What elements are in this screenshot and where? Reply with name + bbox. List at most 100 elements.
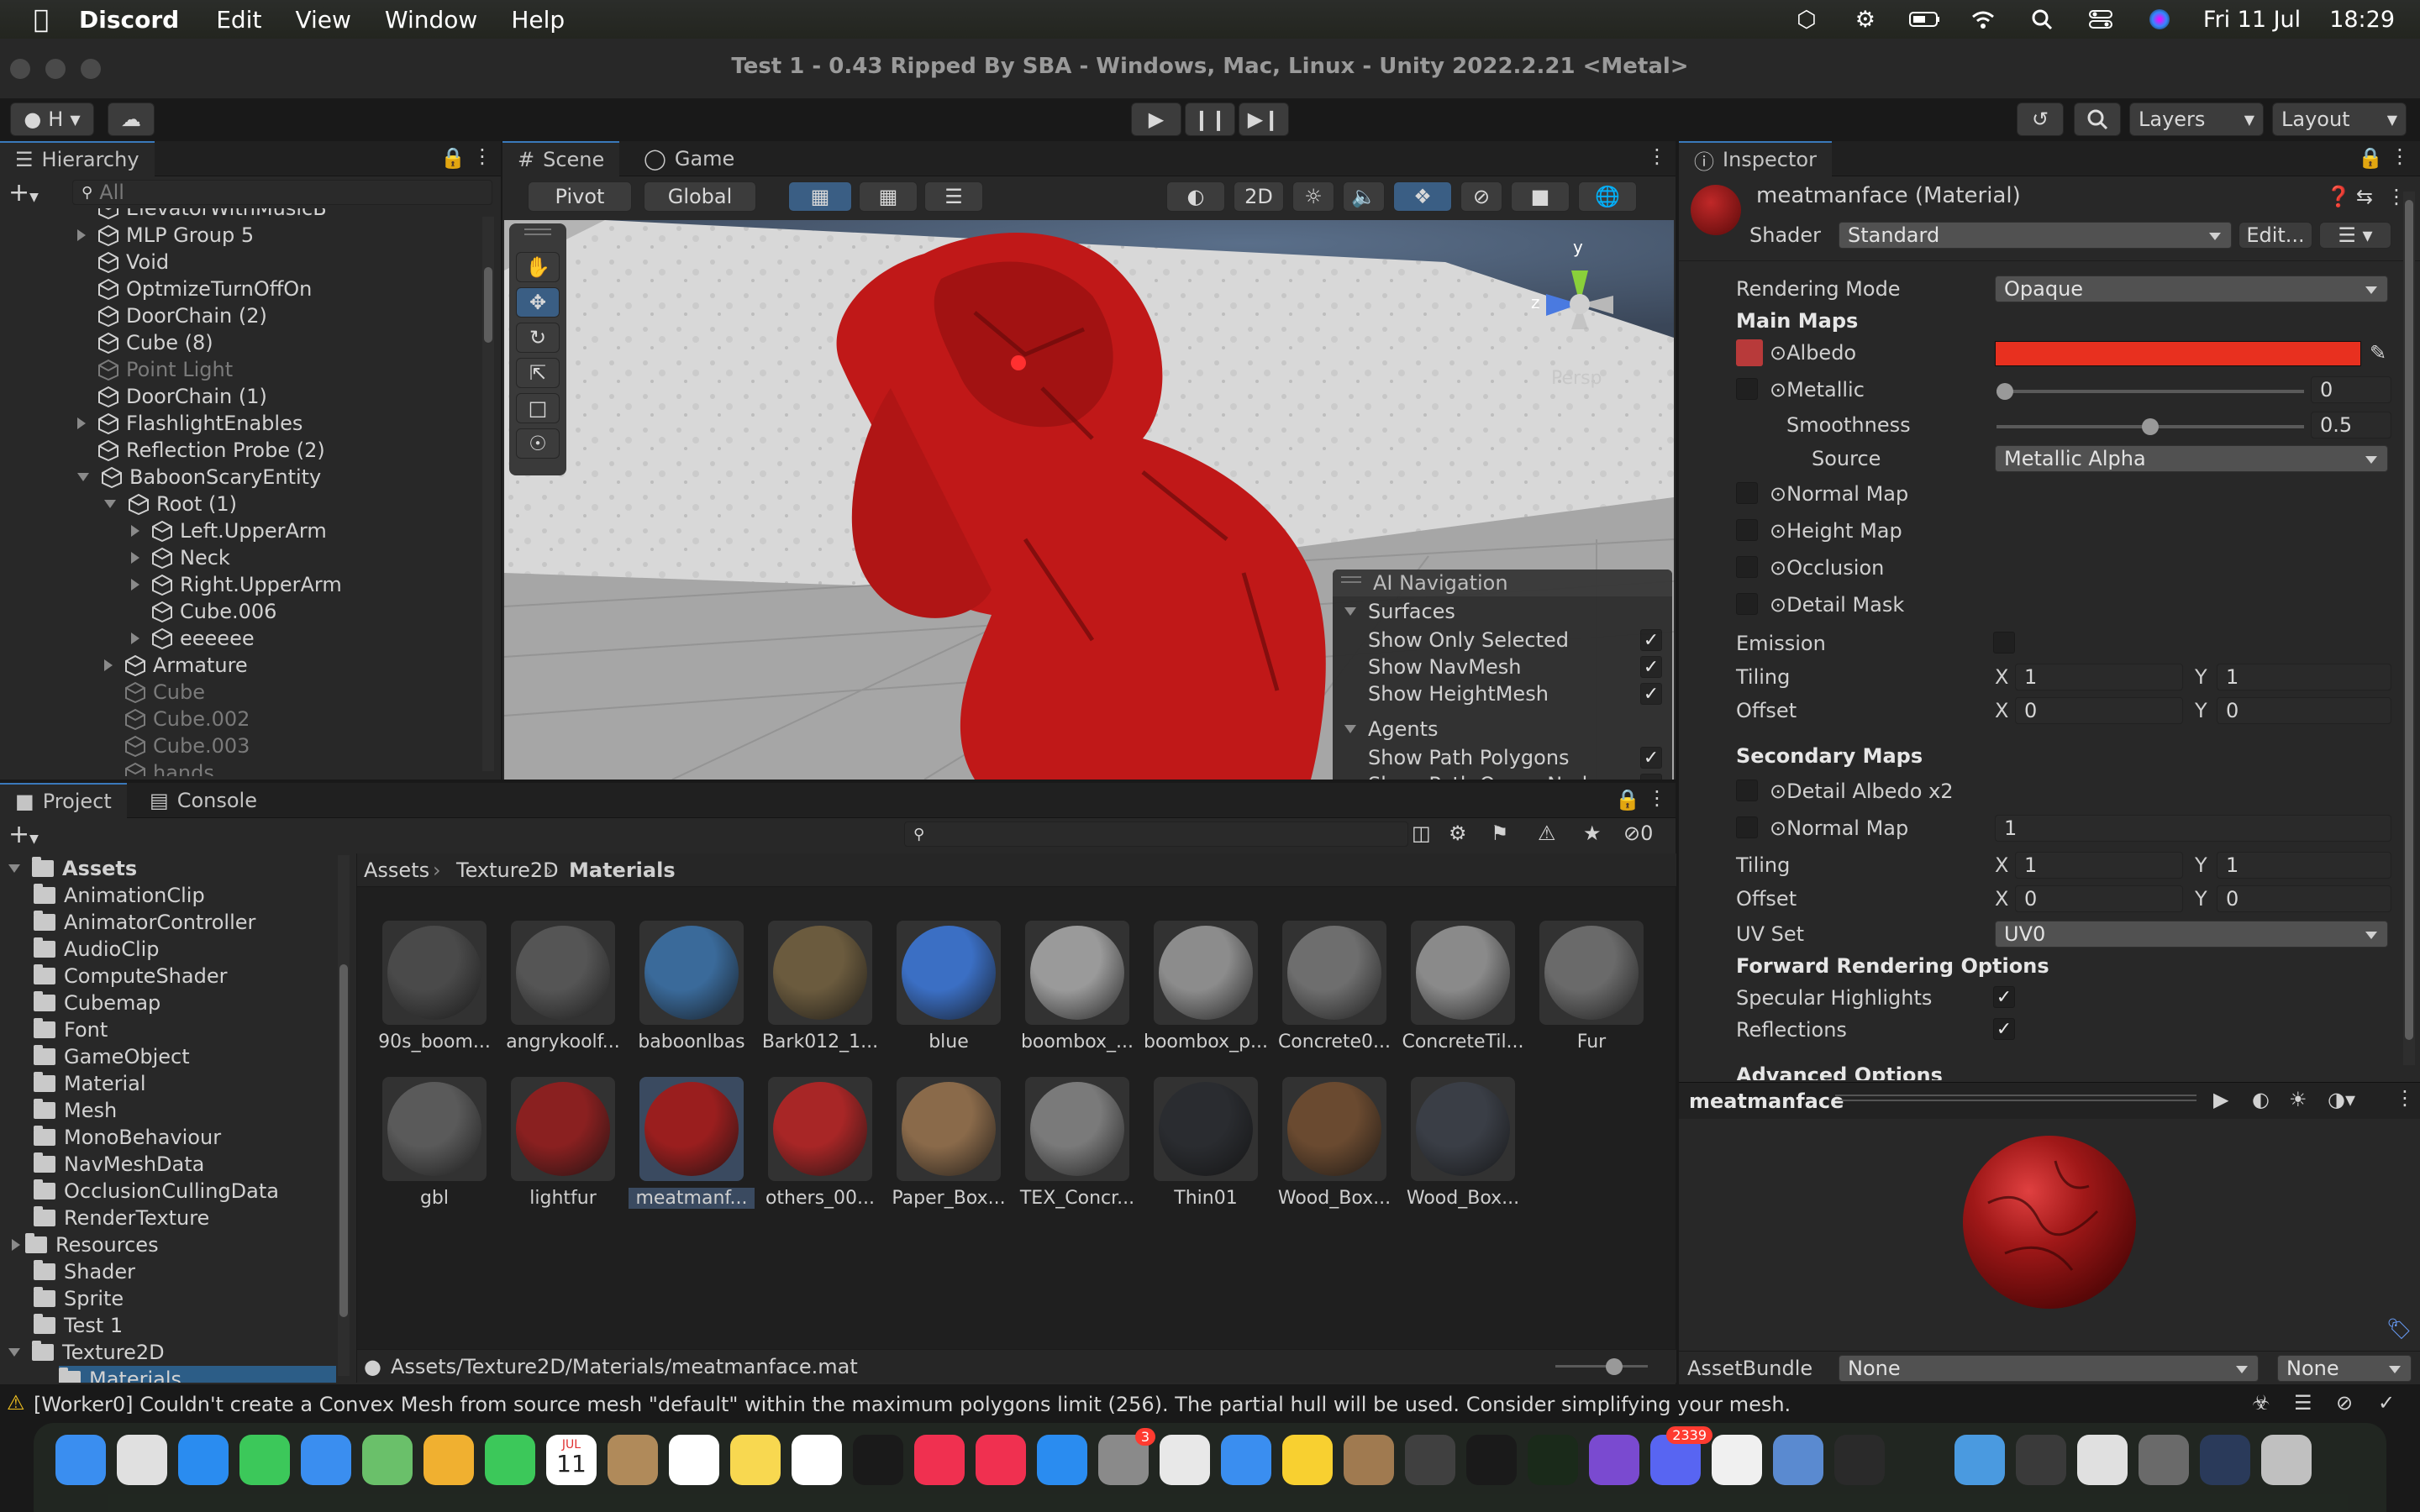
unity-hub-icon[interactable]	[1405, 1435, 1455, 1485]
hierarchy-row[interactable]: ElevatorWithMusicB	[77, 208, 327, 222]
hierarchy-row[interactable]: Cube.003	[104, 732, 250, 759]
hierarchy-row[interactable]: Point Light	[77, 356, 233, 383]
gizmos-dropdown[interactable]: 🌐	[1578, 181, 1637, 212]
expand-arrow-icon[interactable]	[12, 1239, 20, 1251]
eyedropper-icon[interactable]: ✎	[2370, 341, 2386, 365]
more-options-icon[interactable]: ⋮	[472, 144, 492, 168]
offset2-y-field[interactable]: 0	[2217, 885, 2391, 912]
occlusion-slot[interactable]	[1736, 556, 1758, 578]
collapse-arrow-icon[interactable]	[77, 473, 89, 481]
material-asset[interactable]	[639, 921, 744, 1025]
tag-icon[interactable]: 🏷	[2386, 1317, 2412, 1341]
reminders-icon[interactable]	[669, 1435, 719, 1485]
create-asset-button[interactable]: +▼	[8, 820, 39, 849]
control-center-icon[interactable]	[2086, 8, 2116, 31]
folder-item[interactable]: Test 1	[34, 1312, 123, 1339]
metallic-texture-slot[interactable]	[1736, 378, 1758, 400]
hierarchy-row[interactable]: DoorChain (2)	[77, 302, 267, 329]
wifi-icon[interactable]	[1968, 8, 1998, 31]
hierarchy-row[interactable]: Cube.002	[104, 706, 250, 732]
menu-app-name[interactable]: Discord	[79, 6, 179, 34]
ai-nav-option[interactable]: Show Path Query Nodes	[1368, 771, 1662, 780]
material-asset[interactable]	[1025, 921, 1129, 1025]
more-options-icon[interactable]: ⋮	[2390, 144, 2410, 168]
material-label[interactable]: meatmanf...	[629, 1188, 755, 1209]
layers-dropdown[interactable]: Layers ▼	[2129, 102, 2264, 136]
reflections-checkbox[interactable]: ✓	[1993, 1018, 2015, 1040]
grid-visibility-toggle[interactable]: ▦	[859, 181, 918, 212]
lighting-toggle[interactable]: ☼	[1292, 181, 1334, 212]
add-object-button[interactable]: +▼	[8, 178, 39, 207]
metallic-slider[interactable]	[1996, 383, 2304, 400]
ai-nav-header[interactable]: AI Navigation	[1333, 570, 1672, 596]
material-label[interactable]: blue	[886, 1032, 1012, 1053]
ai-nav-checkbox[interactable]: ✓	[1640, 683, 1662, 705]
shader-dropdown[interactable]: Standard	[1839, 222, 2232, 249]
maps-icon[interactable]	[362, 1435, 413, 1485]
hierarchy-row[interactable]: Cube (8)	[77, 329, 213, 356]
favorite-icon[interactable]: ★	[1583, 822, 1602, 845]
window-thumb-icon[interactable]	[2200, 1435, 2250, 1485]
material-label[interactable]: Thin01	[1143, 1188, 1269, 1209]
folder-item[interactable]: ComputeShader	[34, 963, 227, 990]
lock-icon[interactable]: 🔒	[440, 146, 466, 170]
pause-button[interactable]: ❙❙	[1185, 102, 1235, 136]
hierarchy-row[interactable]: Reflection Probe (2)	[77, 437, 325, 464]
shader-options-dropdown[interactable]: ☰ ▾	[2319, 222, 2391, 249]
material-label[interactable]: lightfur	[500, 1188, 626, 1209]
ai-nav-checkbox[interactable]: ✓	[1640, 656, 1662, 678]
archive-icon[interactable]	[1344, 1435, 1394, 1485]
edit-shader-button[interactable]: Edit...	[2238, 222, 2312, 249]
pivot-dropdown[interactable]: Pivot	[528, 181, 632, 212]
audio-toggle[interactable]: 🔈	[1343, 181, 1385, 212]
material-asset[interactable]	[639, 1077, 744, 1181]
expand-arrow-icon[interactable]	[131, 552, 139, 564]
freeform-icon[interactable]	[792, 1435, 842, 1485]
persp-label[interactable]: Persp	[1551, 368, 1602, 389]
albedo-label[interactable]: ⊙Albedo	[1770, 341, 1856, 365]
grid-snap-toggle[interactable]: ▦	[788, 181, 852, 212]
launchpad-icon[interactable]	[117, 1435, 167, 1485]
tab-game[interactable]: ◯ Game	[629, 141, 750, 176]
mesh-preview-icon[interactable]: ◑▾	[2328, 1088, 2355, 1111]
expand-arrow-icon[interactable]	[131, 633, 139, 644]
appletv-icon[interactable]	[853, 1435, 903, 1485]
hierarchy-row[interactable]: Neck	[131, 544, 230, 571]
debug-icon[interactable]: ☣	[2252, 1391, 2270, 1415]
safari-icon[interactable]	[178, 1435, 229, 1485]
spotlight-search-icon[interactable]	[2027, 8, 2057, 31]
material-preview-area[interactable]: 🏷	[1679, 1119, 2420, 1351]
tab-project[interactable]: ■ Project	[0, 783, 127, 818]
menubar-date[interactable]: Fri 11 Jul	[2203, 7, 2301, 33]
account-dropdown[interactable]: ● H ▼	[10, 102, 94, 136]
hidden-objects-toggle[interactable]: ⊘	[1460, 181, 1502, 212]
material-label[interactable]: angrykoolf...	[500, 1032, 626, 1053]
window-thumb-icon[interactable]	[2139, 1435, 2189, 1485]
folder-item[interactable]: Shader	[34, 1258, 135, 1285]
history-icon[interactable]: ↺	[2017, 102, 2064, 136]
preview-icon[interactable]	[1773, 1435, 1823, 1485]
roblox-icon[interactable]	[1221, 1435, 1271, 1485]
play-preview-icon[interactable]: ▶	[2213, 1088, 2228, 1111]
material-asset[interactable]	[1411, 921, 1515, 1025]
material-asset[interactable]	[511, 921, 615, 1025]
folder-item[interactable]: AnimatorController	[34, 909, 255, 936]
trash-icon[interactable]	[2261, 1435, 2312, 1485]
tiling2-x-field[interactable]: 1	[2015, 852, 2183, 879]
normal-map2-slot[interactable]	[1736, 816, 1758, 838]
hierarchy-row[interactable]: Right.UpperArm	[131, 571, 342, 598]
downloads-folder-icon[interactable]	[1954, 1435, 2005, 1485]
filter-type-icon[interactable]: ⚙	[1449, 822, 1467, 845]
terminal-icon[interactable]	[1466, 1435, 1517, 1485]
material-label[interactable]: others_00...	[757, 1188, 883, 1209]
mail-icon[interactable]	[301, 1435, 351, 1485]
menu-view[interactable]: View	[295, 6, 350, 34]
menu-window[interactable]: Window	[385, 6, 477, 34]
ai-nav-option[interactable]: Show HeightMesh ✓	[1368, 680, 1662, 707]
material-label[interactable]: boombox_p...	[1143, 1032, 1269, 1053]
material-label[interactable]: ConcreteTil...	[1400, 1032, 1526, 1053]
material-asset[interactable]	[897, 921, 1001, 1025]
siri-icon[interactable]	[2144, 8, 2175, 31]
material-asset[interactable]	[897, 1077, 1001, 1181]
hidden-count-icon[interactable]: ⊘0	[1623, 822, 1653, 845]
